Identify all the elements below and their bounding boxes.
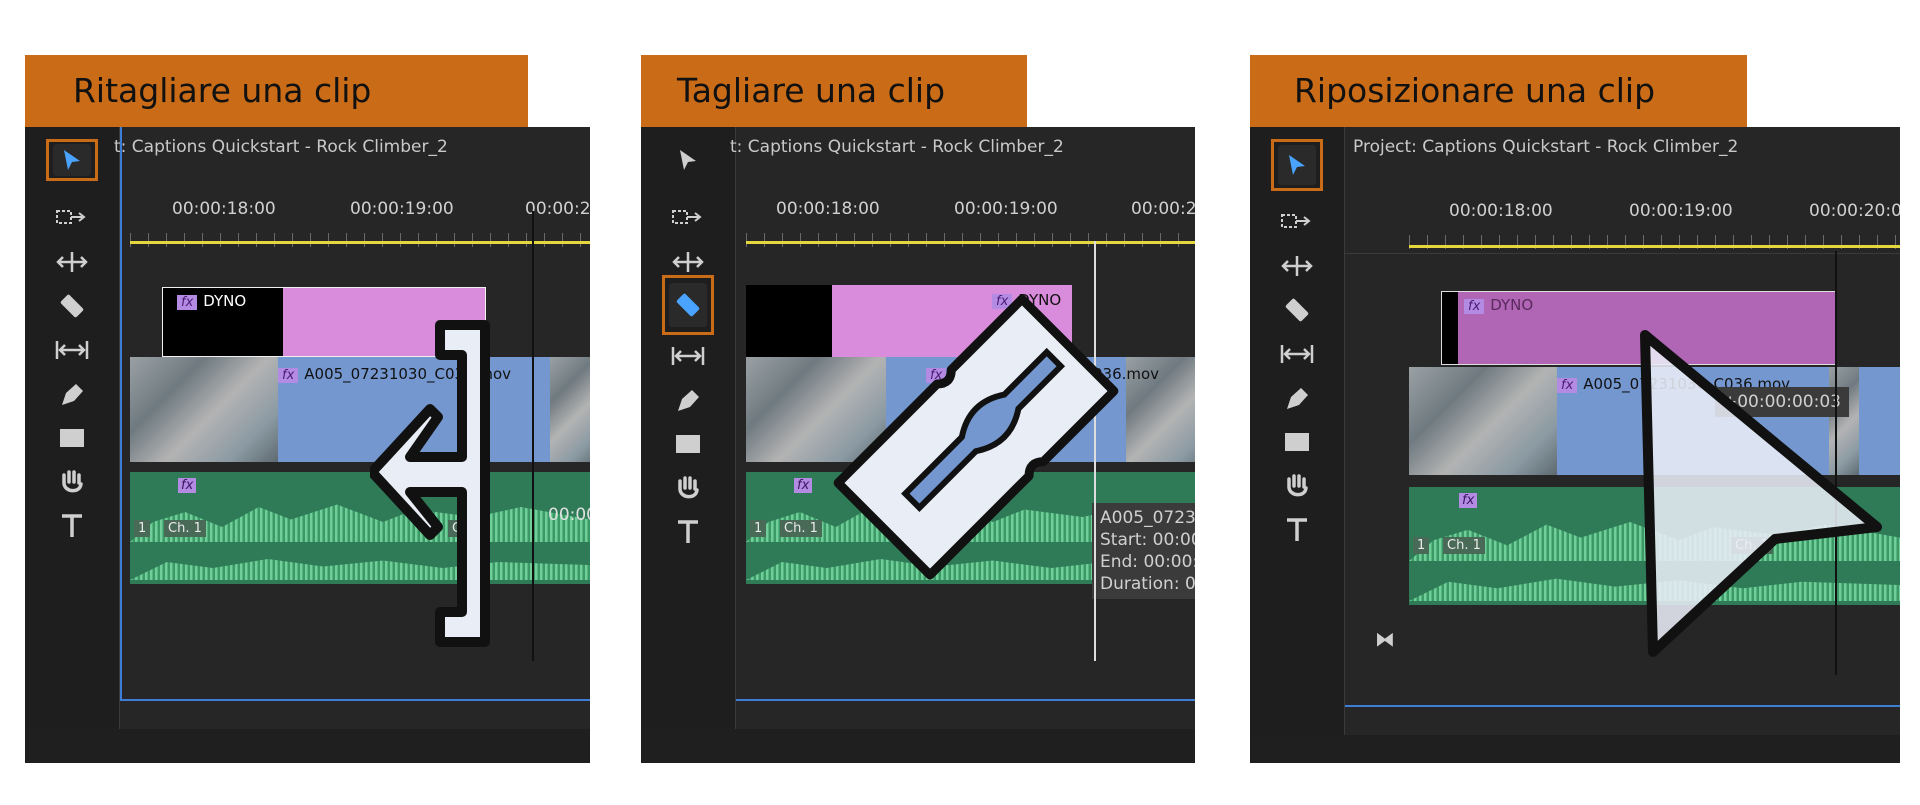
work-area-bar[interactable] <box>130 241 590 244</box>
bottom-bar <box>25 729 590 763</box>
sequence-title: t: Captions Quickstart - Rock Climber_2 <box>114 137 448 157</box>
slip-tool[interactable] <box>662 335 714 377</box>
slip-tool[interactable] <box>46 329 98 371</box>
ripple-edit-tool[interactable] <box>1271 245 1323 287</box>
channel-label: Ch. 1 <box>1443 537 1485 554</box>
track-select-tool[interactable] <box>662 197 714 239</box>
track-number: 1 <box>750 520 767 537</box>
tools-panel <box>25 127 119 735</box>
timeline-panel: t: Captions Quickstart - Rock Climber_2 … <box>114 127 590 735</box>
timeline-frame-bottom <box>120 699 590 701</box>
fx-badge: fx <box>1464 299 1485 314</box>
trim-bracket-icon <box>370 320 490 647</box>
timecode-label: 00:00:20 <box>1131 199 1195 219</box>
panel-title: Riposizionare una clip <box>1250 55 1747 127</box>
fx-badge: fx <box>1557 378 1578 393</box>
timecode-label: 00:00:19:00 <box>954 199 1058 219</box>
channel-label: Ch. 1 <box>780 520 822 537</box>
razor-tool[interactable] <box>46 285 98 327</box>
panel-move: Riposizionare una clip Project: Captions… <box>1250 55 1900 763</box>
tools-panel <box>641 127 735 735</box>
work-area-bar[interactable] <box>746 241 1195 244</box>
panel-razor: Tagliare una clip t: Captions Quickstart… <box>641 55 1195 763</box>
hand-tool[interactable] <box>662 467 714 509</box>
panel-trim: Ritagliare una clip t: Captions Quicksta… <box>25 55 590 763</box>
premiere-window: t: Captions Quickstart - Rock Climber_2 … <box>25 127 590 763</box>
panel-title: Ritagliare una clip <box>25 55 528 127</box>
trim-timecode-tooltip: 00:00:0 <box>548 505 590 525</box>
selection-tool[interactable] <box>662 139 714 181</box>
pen-tool[interactable] <box>46 373 98 415</box>
selection-arrow-icon <box>1640 330 1882 657</box>
tools-panel <box>1250 127 1344 735</box>
type-tool[interactable] <box>662 511 714 553</box>
ripple-edit-tool[interactable] <box>46 241 98 283</box>
clip-name: DYNO <box>203 292 247 310</box>
timeline-frame-bottom <box>736 699 1195 701</box>
time-ruler[interactable] <box>746 233 1195 247</box>
bottom-bar <box>641 729 1195 763</box>
track-number: 1 <box>1413 537 1430 554</box>
sequence-title: Project: Captions Quickstart - Rock Clim… <box>1353 137 1739 157</box>
rectangle-tool[interactable] <box>46 417 98 459</box>
hand-tool[interactable] <box>46 461 98 503</box>
razor-tool[interactable] <box>662 275 714 335</box>
rectangle-tool[interactable] <box>1271 421 1323 463</box>
timeline-panel: t: Captions Quickstart - Rock Climber_2 … <box>730 127 1195 735</box>
work-area-bar[interactable] <box>1409 245 1900 248</box>
snap-icon[interactable]: ⧓ <box>1375 627 1395 651</box>
timecode-label: 00:00:18:00 <box>1449 201 1553 221</box>
track-select-tool[interactable] <box>1271 201 1323 243</box>
fx-badge: fx <box>1459 493 1478 508</box>
time-ruler[interactable] <box>130 233 590 247</box>
track-select-tool[interactable] <box>46 197 98 239</box>
premiere-window: Project: Captions Quickstart - Rock Clim… <box>1250 127 1900 763</box>
track-number: 1 <box>134 520 151 537</box>
razor-blade-icon <box>833 294 1119 580</box>
type-tool[interactable] <box>46 505 98 547</box>
razor-tool[interactable] <box>1271 289 1323 331</box>
panel-title: Tagliare una clip <box>641 55 1027 127</box>
type-tool[interactable] <box>1271 509 1323 551</box>
timeline-frame-bottom <box>1345 705 1900 707</box>
timecode-label: 00:00:18:00 <box>172 199 276 219</box>
selection-tool[interactable] <box>1271 139 1323 191</box>
clip-name: DYNO <box>1490 296 1534 314</box>
timecode-label: 00:00:20 <box>525 199 590 219</box>
timeline-frame-left <box>120 127 122 701</box>
timecode-label: 00:00:19:00 <box>350 199 454 219</box>
fx-badge: fx <box>177 295 198 310</box>
fx-badge: fx <box>794 478 813 493</box>
premiere-window: t: Captions Quickstart - Rock Climber_2 … <box>641 127 1195 763</box>
hand-tool[interactable] <box>1271 465 1323 507</box>
pen-tool[interactable] <box>662 379 714 421</box>
timecode-label: 00:00:20:00 <box>1809 201 1900 221</box>
selection-tool[interactable] <box>46 139 98 181</box>
channel-label: Ch. 1 <box>164 520 206 537</box>
sequence-title: t: Captions Quickstart - Rock Climber_2 <box>730 137 1064 157</box>
slip-tool[interactable] <box>1271 333 1323 375</box>
bottom-bar <box>1250 735 1900 763</box>
timecode-label: 00:00:19:00 <box>1629 201 1733 221</box>
timeline-panel: Project: Captions Quickstart - Rock Clim… <box>1344 127 1900 735</box>
timecode-label: 00:00:18:00 <box>776 199 880 219</box>
fx-badge: fx <box>278 368 299 383</box>
rectangle-tool[interactable] <box>662 423 714 465</box>
fx-badge: fx <box>178 478 197 493</box>
pen-tool[interactable] <box>1271 377 1323 419</box>
